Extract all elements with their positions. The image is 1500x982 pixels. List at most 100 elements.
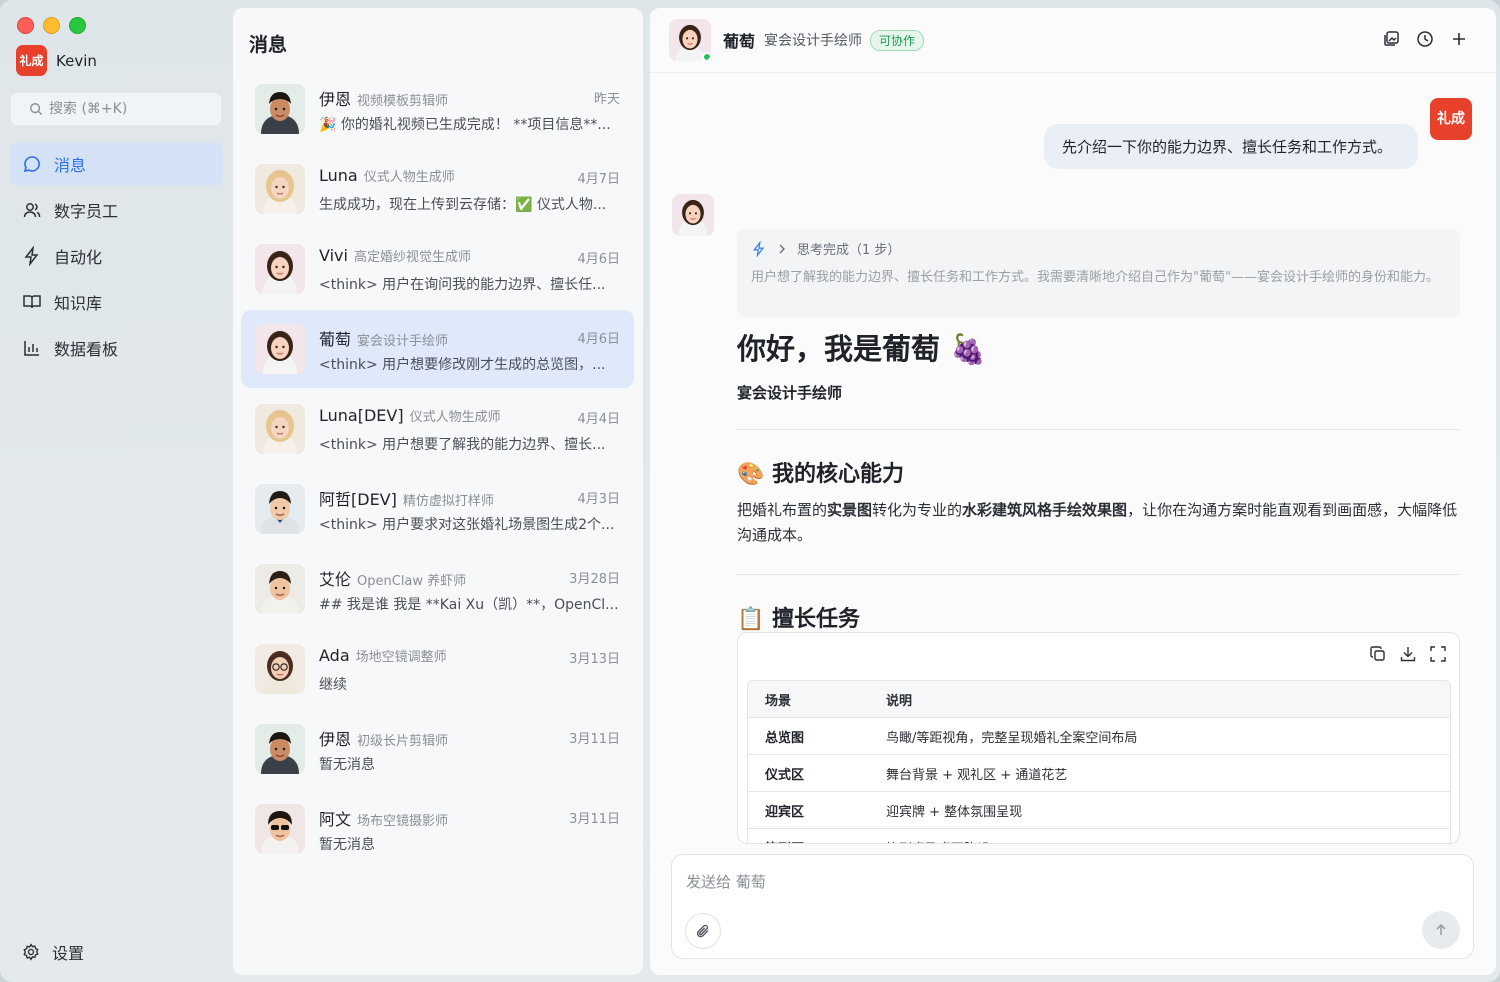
sidebar-item-knowledge[interactable]: 知识库 [10, 281, 223, 323]
book-icon [23, 295, 41, 309]
conversation-item[interactable]: 阿哲[DEV] 精仿虚拟打样师 4月3日 <think> 用户要求对这张婚礼场景图生成… [241, 470, 634, 548]
user-avatar-text: 礼成 [1437, 111, 1465, 127]
message-input[interactable] [686, 871, 1446, 897]
plus-icon[interactable] [1450, 30, 1468, 48]
brand-logo: 礼成 [16, 45, 47, 76]
avatar-woman-dark-icon [255, 324, 305, 374]
conversation-date: 3月11日 [569, 812, 620, 827]
conversation-name: Luna 仪式人物生成师 [319, 166, 455, 185]
conversation-name: 阿哲[DEV] 精仿虚拟打样师 [319, 486, 494, 510]
agent-role: 宴会设计手绘师 [764, 33, 863, 49]
avatar [255, 244, 305, 294]
divider [737, 429, 1460, 430]
conversation-date: 4月3日 [577, 492, 620, 507]
agent-name: 伊恩 [319, 730, 352, 749]
sidebar-item-messages[interactable]: 消息 [10, 143, 223, 185]
agent-role: 仪式人物生成师 [409, 410, 501, 425]
conversation-item[interactable]: 伊恩 视频模板剪辑师 昨天 🎉 你的婚礼视频已生成完成！ **项目信息**... [241, 70, 634, 148]
conversation-item[interactable]: 艾伦 OpenClaw 养虾师 3月28日 ## 我是谁 我是 **Kai Xu（凯）… [241, 550, 634, 628]
conversation-preview: 暂无消息 [319, 757, 375, 773]
avatar-man-1-icon [255, 724, 305, 774]
chat-bubble-icon [23, 156, 40, 173]
conversation-preview: ## 我是谁 我是 **Kai Xu（凯）**，OpenCl... [319, 597, 619, 613]
avatar [255, 564, 305, 614]
conversation-item[interactable]: Ada 场地空镜调整师 3月13日 继续 [241, 630, 634, 708]
settings-button[interactable]: 设置 [22, 940, 84, 964]
lightning-icon [24, 246, 39, 266]
gallery-icon[interactable] [1382, 30, 1400, 48]
conversation-preview: <think> 用户在询问我的能力边界、擅长任... [319, 277, 606, 293]
agent-role: 初级长片剪辑师 [357, 734, 449, 749]
sidebar-item-label: 知识库 [54, 294, 103, 313]
agent-role: 场布空镜摄影师 [357, 814, 449, 829]
table-cell-desc: 鸟瞰/等距视角，完整呈现婚礼全案空间布局 [886, 730, 1138, 746]
fullscreen-icon[interactable] [1429, 645, 1447, 663]
agent-name: Ada [319, 646, 350, 665]
section-core-ability-title: 🎨 我的核心能力 [737, 462, 905, 487]
avatar-man-3-icon [255, 564, 305, 614]
conversation-item[interactable]: 伊恩 初级长片剪辑师 3月11日 暂无消息 [241, 710, 634, 788]
conversation-item[interactable]: Luna[DEV] 仪式人物生成师 4月4日 <think> 用户想要了解我的能力边界… [241, 390, 634, 468]
thinking-header[interactable]: 思考完成（1 步） [751, 239, 1446, 258]
conversation-preview: <think> 用户要求对这张婚礼场景图生成2个... [319, 517, 615, 533]
table-row: 总览图 鸟瞰/等距视角，完整呈现婚礼全案空间布局 [748, 718, 1450, 755]
thinking-block[interactable]: 思考完成（1 步） 用户想了解我的能力边界、擅长任务和工作方式。我需要清晰地介绍… [737, 229, 1460, 317]
tasks-table: 场景 说明 总览图 鸟瞰/等距视角，完整呈现婚礼全案空间布局 仪式区 舞台背景 + 观… [747, 680, 1451, 844]
conversation-name: 阿文 场布空镜摄影师 [319, 806, 448, 830]
history-icon[interactable] [1416, 30, 1434, 48]
send-button[interactable] [1422, 911, 1460, 949]
search-box[interactable] [10, 92, 222, 126]
table-cell-desc: 舞台背景 + 观礼区 + 通道花艺 [886, 767, 1068, 783]
avatar-woman-glasses-icon [255, 644, 305, 694]
agent-role: 视频模板剪辑师 [357, 94, 449, 109]
avatar [255, 724, 305, 774]
avatar-man-2-icon [255, 484, 305, 534]
body-text: 把婚礼布置的 [737, 501, 828, 519]
search-input[interactable] [49, 101, 209, 117]
divider [737, 574, 1460, 575]
gear-icon [23, 943, 39, 961]
sidebar-item-automation[interactable]: 自动化 [10, 235, 223, 277]
message-composer [671, 854, 1474, 959]
agent-name: 艾伦 [319, 570, 352, 589]
conversation-date: 昨天 [593, 92, 620, 107]
conversation-panel: 消息 伊恩 视频模板剪辑师 昨天 🎉 你的婚礼视频已生成完成！ **项目信息**...… [233, 8, 643, 975]
agent-name: Luna [319, 166, 358, 185]
conversation-date: 4月7日 [577, 172, 620, 187]
sidebar-item-dashboard[interactable]: 数据看板 [10, 327, 223, 369]
conversation-item[interactable]: Vivi 高定婚纱视觉生成师 4月6日 <think> 用户在询问我的能力边界、擅长任… [241, 230, 634, 308]
header-actions [1382, 30, 1468, 48]
app-window: 礼成 Kevin 消息 数字员工 自动化 知识库 [0, 0, 1500, 982]
table-cell-desc: 签到桌及桌面陈设 [886, 838, 1450, 844]
users-icon [23, 203, 41, 218]
sidebar-item-label: 消息 [54, 156, 87, 175]
conversation-item[interactable]: Luna 仪式人物生成师 4月7日生成成功，现在上传到云存储：✅ 仪式人物... [241, 150, 634, 228]
agent-name: 葡萄 [723, 32, 756, 51]
agent-name: 伊恩 [319, 90, 352, 109]
conversation-name: 伊恩 初级长片剪辑师 [319, 726, 448, 750]
sidebar-item-digital-staff[interactable]: 数字员工 [10, 189, 223, 231]
conversation-preview: 生成成功，现在上传到云存储：✅ 仪式人物... [319, 197, 607, 213]
conversation-item[interactable]: 阿文 场布空镜摄影师 3月11日 暂无消息 [241, 790, 634, 868]
copy-icon[interactable] [1369, 645, 1387, 663]
table-header-cell: 场景 [765, 693, 792, 709]
table-cell-scene: 签到区 [748, 838, 886, 844]
status-badge: 可协作 [870, 29, 925, 51]
paperclip-icon [696, 924, 709, 938]
download-icon[interactable] [1399, 645, 1417, 663]
lightning-icon [752, 240, 765, 257]
agent-role: 仪式人物生成师 [363, 170, 455, 185]
agent-avatar[interactable] [669, 19, 711, 61]
avatar [255, 404, 305, 454]
body-text: 转化为专业的 [872, 501, 963, 519]
avatar-woman-blonde-icon [255, 404, 305, 454]
agent-role: 宴会设计手绘师 [357, 334, 449, 349]
tasks-table-card: 场景 说明 总览图 鸟瞰/等距视角，完整呈现婚礼全案空间布局 仪式区 舞台背景 + 观… [737, 632, 1460, 844]
attach-button[interactable] [685, 913, 721, 949]
list-title: 消息 [249, 34, 288, 56]
conversation-date: 3月13日 [569, 652, 620, 667]
sidebar-item-label: 自动化 [54, 248, 103, 267]
online-status-dot [702, 52, 711, 61]
conversation-item[interactable]: 葡萄 宴会设计手绘师 4月6日 <think> 用户想要修改刚才生成的总览图，... [241, 310, 634, 388]
chat-panel: 葡萄 宴会设计手绘师 可协作 礼成 先介绍一下你的能力边界、擅长任务和工作方式。 [650, 8, 1496, 975]
